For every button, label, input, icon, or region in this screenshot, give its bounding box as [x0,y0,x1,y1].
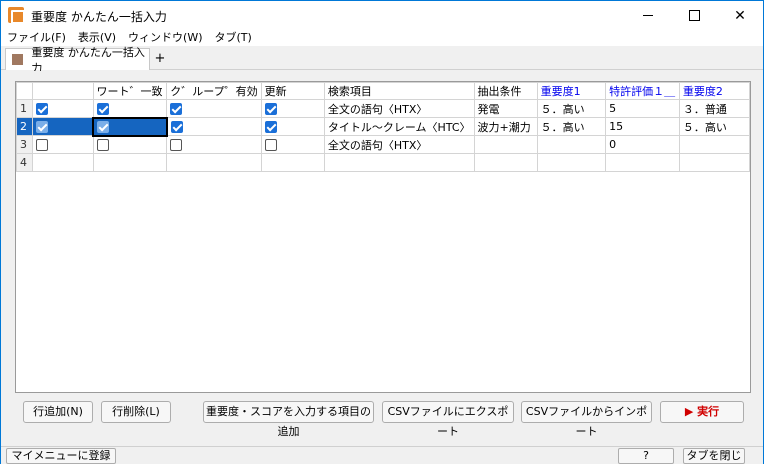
table-row: 4 [16,153,750,172]
group-enabled-cell [166,135,262,154]
row-number[interactable]: 4 [16,153,33,172]
importance1-cell[interactable]: ５．高い [536,99,607,118]
csv-export-button[interactable]: CSVファイルにエクスポート [382,401,514,438]
table-row: 3 全文の語句〈HTX〉 0 [16,135,750,154]
group-enabled-checkbox[interactable] [170,121,183,133]
update-checkbox[interactable] [264,103,277,115]
row-number[interactable]: 1 [16,99,33,118]
menu-tab[interactable]: タブ(T) [209,30,258,46]
word-match-cell [92,99,168,118]
check-cell [31,99,94,118]
minimize-button[interactable] [625,1,671,30]
update-checkbox[interactable] [264,121,277,133]
table-row: 2 タイトル〜クレーム〈HTC〉 波力+潮力 ５．高い 15 ５．高い [16,116,750,137]
search-item-cell[interactable] [323,153,475,172]
importance2-cell[interactable] [678,153,750,172]
delete-row-button[interactable]: 行削除(L) [101,401,171,423]
word-match-checkbox[interactable] [96,139,109,152]
word-match-checkbox[interactable] [96,102,109,115]
grid-header-row: ワート゛一致 ク゛ループ゜有効 更新 検索項目 抽出条件 重要度1 特許評価１＿… [16,82,750,100]
col-header-check[interactable] [31,82,94,100]
update-cell [260,99,325,118]
tab-active[interactable]: 重要度 かんたん一括入力 [5,46,150,75]
col-header-condition[interactable]: 抽出条件 [473,82,538,100]
patent-score-cell[interactable] [605,153,680,172]
word-match-checkbox[interactable] [97,121,109,133]
condition-cell[interactable]: 波力+潮力 [473,117,538,136]
col-header-patent-score[interactable]: 特許評価１＿ [605,82,680,100]
tab-strip: 重要度 かんたん一括入力 + [1,46,763,75]
col-header-update[interactable]: 更新 [260,82,325,100]
update-cell[interactable] [260,153,325,172]
row-number[interactable]: 3 [16,135,33,154]
importance1-cell[interactable] [536,135,607,154]
group-enabled-checkbox[interactable] [170,103,183,115]
add-score-item-button[interactable]: 重要度・スコアを入力する項目の追加 [203,401,374,438]
close-button[interactable]: ✕ [717,1,763,30]
add-row-button[interactable]: 行追加(N) [23,401,93,423]
col-header-importance1[interactable]: 重要度1 [536,82,607,100]
add-tab-button[interactable]: + [153,52,167,66]
app-icon [8,7,25,24]
importance2-cell[interactable]: ３．普通 [678,99,750,118]
row-checkbox[interactable] [35,121,48,133]
update-cell [260,117,325,136]
title-bar: 重要度 かんたん一括入力 ✕ [1,1,763,30]
app-window: 重要度 かんたん一括入力 ✕ ファイル(F) 表示(V) ウィンドウ(W) タブ… [0,0,764,464]
check-cell [31,117,94,136]
grid-table: ワート゛一致 ク゛ループ゜有効 更新 検索項目 抽出条件 重要度1 特許評価１＿… [16,82,750,172]
search-item-cell[interactable]: 全文の語句〈HTX〉 [323,135,475,154]
importance1-cell[interactable]: ５．高い [536,117,607,136]
word-match-cell[interactable] [92,153,168,172]
register-mymenu-button[interactable]: マイメニューに登録 [6,448,116,464]
data-grid[interactable]: ワート゛一致 ク゛ループ゜有効 更新 検索項目 抽出条件 重要度1 特許評価１＿… [15,81,751,393]
col-header-importance2[interactable]: 重要度2 [678,82,750,100]
word-match-cell [92,135,168,154]
run-button[interactable]: ▶ 実行 [660,401,744,423]
patent-score-cell[interactable]: 5 [605,99,680,118]
importance2-cell[interactable]: ５．高い [678,117,750,136]
group-enabled-cell[interactable] [166,153,262,172]
patent-score-cell[interactable]: 15 [605,117,680,136]
search-item-cell[interactable]: 全文の語句〈HTX〉 [323,99,475,118]
maximize-button[interactable] [671,1,717,30]
corner-cell [16,82,33,100]
status-bar: マイメニューに登録 ? タブを閉じる [1,446,763,464]
group-enabled-cell [166,117,262,136]
col-header-search-item[interactable]: 検索項目 [323,82,475,100]
col-header-group-enabled[interactable]: ク゛ループ゜有効 [166,82,262,100]
csv-import-button[interactable]: CSVファイルからインポート [521,401,652,438]
help-button[interactable]: ? [618,448,674,464]
table-row: 1 全文の語句〈HTX〉 発電 ５．高い 5 ３．普通 [16,99,750,118]
condition-cell[interactable] [473,153,538,172]
condition-cell[interactable] [473,135,538,154]
document-icon [12,54,24,65]
update-checkbox[interactable] [264,139,277,151]
check-cell [31,135,94,154]
group-enabled-cell [166,99,262,118]
search-item-cell[interactable]: タイトル〜クレーム〈HTC〉 [323,117,475,136]
main-content: ワート゛一致 ク゛ループ゜有効 更新 検索項目 抽出条件 重要度1 特許評価１＿… [1,71,763,446]
col-header-word-match[interactable]: ワート゛一致 [92,82,168,100]
importance2-cell[interactable] [678,135,750,154]
patent-score-cell[interactable]: 0 [605,135,680,154]
check-cell[interactable] [31,153,94,172]
condition-cell[interactable]: 発電 [473,99,538,118]
word-match-cell [92,116,168,137]
row-checkbox[interactable] [35,139,48,151]
row-number[interactable]: 2 [16,117,33,136]
row-checkbox[interactable] [35,103,48,115]
close-tab-button[interactable]: タブを閉じる [683,448,745,464]
group-enabled-checkbox[interactable] [170,139,183,151]
window-title: 重要度 かんたん一括入力 [31,10,167,24]
importance1-cell[interactable] [536,153,607,172]
update-cell [260,135,325,154]
